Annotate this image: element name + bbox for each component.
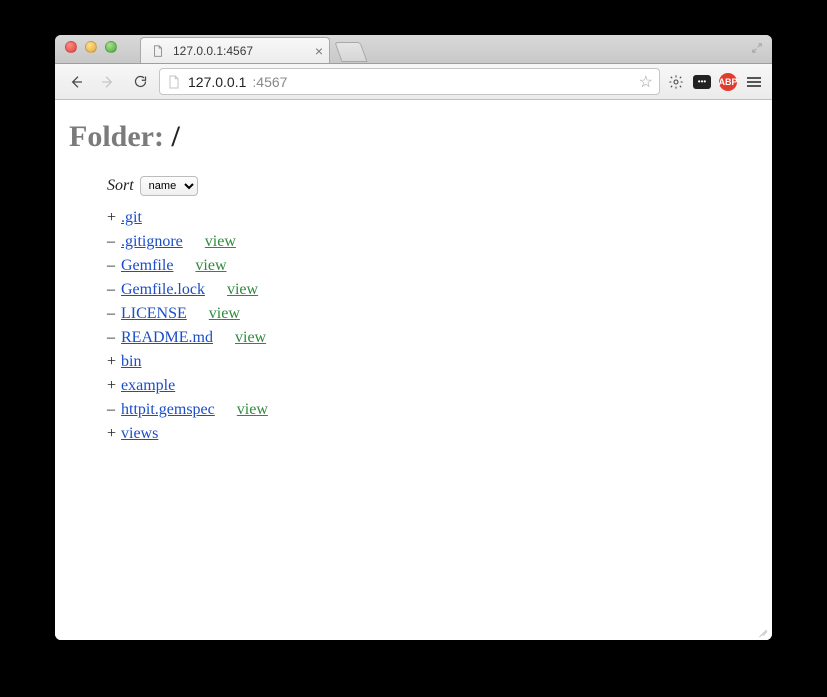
list-item: –LICENSE view xyxy=(107,302,758,326)
page-icon xyxy=(166,74,182,90)
file-link[interactable]: bin xyxy=(121,353,141,370)
view-link[interactable]: view xyxy=(237,401,268,418)
tab-title: 127.0.0.1:4567 xyxy=(173,44,253,58)
abp-icon: ABP xyxy=(719,73,737,91)
list-item: –Gemfile view xyxy=(107,254,758,278)
type-symbol: – xyxy=(107,278,121,302)
list-item: +bin xyxy=(107,350,758,374)
close-window-button[interactable] xyxy=(65,41,77,53)
minimize-window-button[interactable] xyxy=(85,41,97,53)
file-link[interactable]: Gemfile.lock xyxy=(121,281,205,298)
view-link[interactable]: view xyxy=(205,233,236,250)
window-controls xyxy=(65,41,117,53)
extension-settings-icon[interactable] xyxy=(666,72,686,92)
list-item: +.git xyxy=(107,206,758,230)
url-host: 127.0.0.1 xyxy=(188,74,246,90)
list-item: +views xyxy=(107,422,758,446)
list-item: –README.md view xyxy=(107,326,758,350)
page-icon xyxy=(151,44,165,58)
close-tab-button[interactable]: × xyxy=(315,44,323,58)
reload-icon xyxy=(133,74,148,89)
sort-control: Sort name xyxy=(107,176,758,196)
page-content: Folder: / Sort name +.git–.gitignoreview… xyxy=(55,100,772,640)
extension-abp-icon[interactable]: ABP xyxy=(718,72,738,92)
gear-icon xyxy=(668,74,684,90)
file-list: +.git–.gitignoreview–Gemfileview–Gemfile… xyxy=(107,206,758,446)
file-link[interactable]: README.md xyxy=(121,329,213,346)
arrow-left-icon xyxy=(68,74,84,90)
fullscreen-icon[interactable] xyxy=(750,41,764,55)
type-symbol: – xyxy=(107,326,121,350)
file-link[interactable]: httpit.gemspec xyxy=(121,401,215,418)
heading-path: / xyxy=(171,120,179,153)
page-title: Folder: / xyxy=(69,120,758,154)
file-link[interactable]: LICENSE xyxy=(121,305,187,322)
reload-button[interactable] xyxy=(127,69,153,95)
type-symbol: – xyxy=(107,230,121,254)
heading-prefix: Folder: xyxy=(69,120,171,153)
type-symbol: – xyxy=(107,302,121,326)
menu-button[interactable] xyxy=(744,72,764,92)
new-tab-button[interactable] xyxy=(334,42,367,62)
view-link[interactable]: view xyxy=(235,329,266,346)
file-link[interactable]: .git xyxy=(121,209,142,226)
forward-button[interactable] xyxy=(95,69,121,95)
file-link[interactable]: example xyxy=(121,377,175,394)
sort-label: Sort xyxy=(107,177,134,195)
active-tab[interactable]: 127.0.0.1:4567 × xyxy=(140,37,330,63)
list-item: +example xyxy=(107,374,758,398)
address-bar[interactable]: 127.0.0.1 :4567 ☆ xyxy=(159,68,660,95)
back-button[interactable] xyxy=(63,69,89,95)
tab-strip: 127.0.0.1:4567 × xyxy=(55,35,772,64)
type-symbol: – xyxy=(107,254,121,278)
file-link[interactable]: Gemfile xyxy=(121,257,173,274)
toolbar: 127.0.0.1 :4567 ☆ ••• ABP xyxy=(55,64,772,100)
file-link[interactable]: .gitignore xyxy=(121,233,183,250)
resize-handle[interactable] xyxy=(754,622,768,636)
list-item: –Gemfile.lock view xyxy=(107,278,758,302)
type-symbol: + xyxy=(107,374,121,398)
list-item: –httpit.gemspec view xyxy=(107,398,758,422)
type-symbol: + xyxy=(107,422,121,446)
type-symbol: + xyxy=(107,350,121,374)
arrow-right-icon xyxy=(100,74,116,90)
sort-select[interactable]: name xyxy=(140,176,198,196)
bookmark-star-icon[interactable]: ☆ xyxy=(639,72,653,92)
hamburger-icon xyxy=(747,75,761,89)
extension-bb-icon[interactable]: ••• xyxy=(692,72,712,92)
zoom-window-button[interactable] xyxy=(105,41,117,53)
file-link[interactable]: views xyxy=(121,425,158,442)
type-symbol: + xyxy=(107,206,121,230)
type-symbol: – xyxy=(107,398,121,422)
browser-window: 127.0.0.1:4567 × 127.0.0.1:4567 ☆ xyxy=(55,35,772,640)
view-link[interactable]: view xyxy=(195,257,226,274)
list-item: –.gitignore view xyxy=(107,230,758,254)
view-link[interactable]: view xyxy=(227,281,258,298)
url-port: :4567 xyxy=(252,74,287,90)
view-link[interactable]: view xyxy=(209,305,240,322)
